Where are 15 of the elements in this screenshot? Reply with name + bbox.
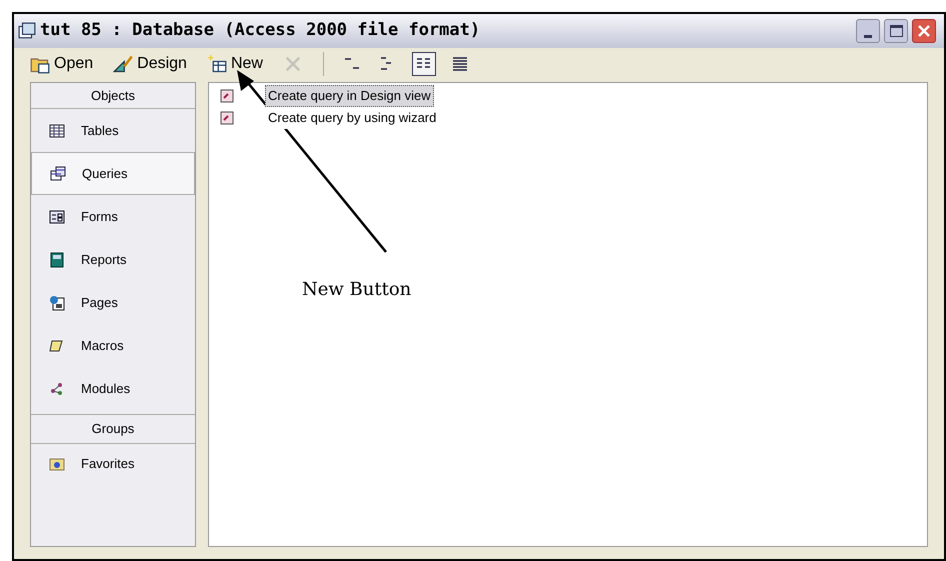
- object-type-item[interactable]: Reports: [31, 238, 195, 281]
- list-item[interactable]: Create query in Design view: [265, 85, 434, 107]
- object-type-item[interactable]: Forms: [31, 195, 195, 238]
- object-type-item[interactable]: Pages: [31, 281, 195, 324]
- objects-header[interactable]: Objects: [31, 83, 195, 109]
- group-item[interactable]: Favorites: [31, 444, 195, 484]
- window-title: tut 85 : Database (Access 2000 file format): [40, 19, 480, 42]
- groups-header[interactable]: Groups: [31, 414, 195, 444]
- object-type-item[interactable]: Tables: [31, 109, 195, 152]
- object-type-item[interactable]: Queries: [31, 152, 195, 195]
- annotation-label: New Button: [302, 278, 412, 302]
- design-button[interactable]: Design: [109, 51, 191, 77]
- object-type-item[interactable]: Modules: [31, 367, 195, 410]
- object-type-item[interactable]: Macros: [31, 324, 195, 367]
- open-button[interactable]: Open: [26, 51, 98, 77]
